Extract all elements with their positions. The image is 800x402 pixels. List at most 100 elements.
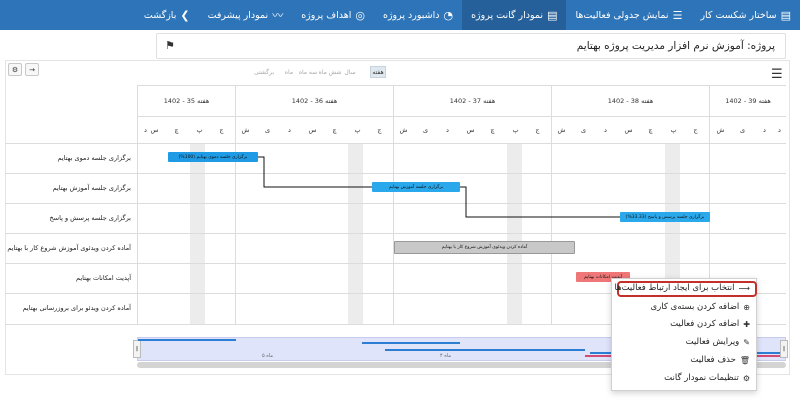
back-arrow-icon: ❯ <box>180 8 190 22</box>
weekend-column <box>348 143 363 325</box>
menu-item-label: تنظیمات نمودار گانت <box>664 373 739 383</box>
grid-line <box>235 85 236 325</box>
nav-dashboard[interactable]: ◔ داشبورد پروژه <box>374 0 462 30</box>
day-header: س <box>308 126 317 134</box>
task-bar[interactable]: آماده کردن ویدئوی آموزش شروع کار با بهتا… <box>394 241 575 254</box>
weekend-column <box>190 143 205 325</box>
week-header: هفته 37 - 1402 <box>449 96 496 105</box>
wbs-icon: ▤ <box>780 8 791 22</box>
day-header: چ <box>490 126 495 134</box>
context-menu: ⟶ انتخاب برای ایجاد ارتباط فعالیت‌ها ⊕ اضا… <box>611 278 757 391</box>
task-bar[interactable]: برگزاری جلسه آموزش بهتایم <box>372 182 460 192</box>
bell-icon[interactable]: ⚑ <box>165 39 175 52</box>
grid-line <box>551 85 552 325</box>
task-name-row[interactable]: برگزاری جلسه دموی بهتایم <box>5 143 137 173</box>
task-name-row[interactable]: آماده کردن ویدئوی آموزش شروع کار با بهتا… <box>5 233 137 263</box>
day-header: ش <box>716 126 725 134</box>
task-name: برگزاری جلسه پرسش و پاسخ <box>49 214 131 222</box>
minimap-handle-left[interactable]: ‖ <box>133 340 141 358</box>
task-name-row[interactable]: برگزاری جلسه پرسش و پاسخ <box>5 203 137 233</box>
menu-item-link-tasks[interactable]: ⟶ انتخاب برای ایجاد ارتباط فعالیت‌ها <box>615 283 750 293</box>
task-name-row[interactable]: برگزاری جلسه آموزش بهتایم <box>5 173 137 203</box>
task-name: آماده کردن ویدئوی آموزش شروع کار با بهتا… <box>7 244 131 252</box>
nav-table-view-label: نمایش جدولی فعالیت‌ها <box>575 9 669 21</box>
day-header: ج <box>693 126 698 134</box>
nav-gantt-chart-label: نمودار گانت پروژه <box>471 9 544 21</box>
gantt-icon: ▤ <box>547 8 558 22</box>
day-header: د <box>778 126 781 134</box>
day-header: پ <box>670 126 677 134</box>
menu-item-add-task[interactable]: ✚ اضافه کردن فعالیت <box>670 319 750 329</box>
pie-chart-icon: ◔ <box>443 8 454 22</box>
day-header: ی <box>422 126 429 134</box>
target-icon: ◎ <box>355 8 365 22</box>
day-header: د <box>763 126 766 134</box>
day-header: پ <box>196 126 203 134</box>
zoom-option-year[interactable]: سال <box>343 66 357 78</box>
task-bar[interactable]: برگزاری جلسه دموی بهتایم (100%) <box>168 152 258 162</box>
nav-goals[interactable]: ◎ اهداف پروژه <box>292 0 374 30</box>
settings-small-button[interactable]: ⚙ <box>8 63 22 76</box>
add-circle-icon: ⊕ <box>743 302 750 312</box>
week-header: هفته 39 - 1402 <box>725 96 771 105</box>
weekend-column <box>507 143 522 325</box>
nav-wbs-label: ساختار شکست کار <box>700 9 777 21</box>
nav-back[interactable]: ❯ بازگشت <box>135 0 199 30</box>
grid-line <box>393 85 394 325</box>
nav-wbs[interactable]: ▤ ساختار شکست کار <box>691 0 800 30</box>
day-header: ش <box>399 126 408 134</box>
nav-table-view[interactable]: ☰ نمایش جدولی فعالیت‌ها <box>566 0 691 30</box>
task-name-row[interactable]: آماده کردن ویدئو برای بروزرسانی بهتایم <box>5 293 137 323</box>
day-header: ج <box>219 126 224 134</box>
cog-icon: ⚙ <box>11 65 19 74</box>
day-header: ی <box>264 126 271 134</box>
task-name-row[interactable]: آپدیت امکانات بهتایم <box>5 263 137 293</box>
drag-handle-icon: ‖ <box>782 346 786 352</box>
day-header: س <box>466 126 475 134</box>
project-title-bar: پروژه: آموزش نرم افزار مدیریت پروژه بهتا… <box>156 33 786 59</box>
day-header: پ <box>354 126 361 134</box>
nav-progress-chart[interactable]: 〰 نمودار پیشرفت <box>199 0 293 30</box>
minimap-label: ماه ۵ <box>262 353 274 359</box>
menu-item-delete-task[interactable]: 🗑 حذف فعالیت <box>690 355 750 365</box>
table-icon: ☰ <box>672 8 683 22</box>
link-mode-button[interactable]: → <box>25 63 39 76</box>
hamburger-icon[interactable]: ☰ <box>771 68 783 81</box>
line-chart-icon: 〰 <box>272 8 284 22</box>
zoom-option-3months[interactable]: سه ماه <box>298 66 318 78</box>
nav-dashboard-label: داشبورد پروژه <box>382 9 440 21</box>
zoom-option-back[interactable]: برگشتی <box>254 66 274 78</box>
menu-item-label: ویرایش فعالیت <box>685 337 740 347</box>
zoom-option-month[interactable]: ماه <box>282 66 296 78</box>
menu-item-gantt-settings[interactable]: ⚙ تنظیمات نمودار گانت <box>664 373 750 383</box>
task-name: برگزاری جلسه آموزش بهتایم <box>52 184 131 192</box>
drag-handle-icon: ‖ <box>135 346 139 352</box>
task-name: آپدیت امکانات بهتایم <box>76 274 131 282</box>
day-header: چ <box>174 126 179 134</box>
nav-gantt-chart[interactable]: ▤ نمودار گانت پروژه <box>462 0 567 30</box>
minimap-handle-right[interactable]: ‖ <box>780 340 788 358</box>
day-header: د <box>288 126 291 134</box>
task-bar[interactable]: برگزاری جلسه پرسش و پاسخ (33.33%) <box>620 212 710 222</box>
nav-back-label: بازگشت <box>143 9 177 21</box>
nav-progress-chart-label: نمودار پیشرفت <box>207 9 269 21</box>
link-arrow-icon: ⟶ <box>738 283 750 293</box>
menu-item-add-work-package[interactable]: ⊕ اضافه کردن بسته‌ی کاری <box>651 302 750 312</box>
menu-item-label: اضافه کردن بسته‌ی کاری <box>650 302 740 312</box>
trash-icon: 🗑 <box>739 355 750 365</box>
zoom-option-6months[interactable]: شش ماه <box>319 66 342 78</box>
day-header: ی <box>739 126 746 134</box>
minimap-label: ماه ۴ <box>440 353 452 359</box>
minimap-task <box>362 342 460 344</box>
top-navigation: ▤ ساختار شکست کار ☰ نمایش جدولی فعالیت‌ها … <box>0 0 800 30</box>
zoom-option-week[interactable]: هفته <box>370 66 386 78</box>
edit-icon: ✎ <box>743 337 750 347</box>
week-header: هفته 38 - 1402 <box>607 96 654 105</box>
menu-item-label: انتخاب برای ایجاد ارتباط فعالیت‌ها <box>614 283 735 293</box>
day-header: د <box>446 126 449 134</box>
week-header: هفته 35 - 1402 <box>163 96 210 105</box>
day-header: ج <box>377 126 382 134</box>
menu-item-label: اضافه کردن فعالیت <box>670 319 740 329</box>
menu-item-edit-task[interactable]: ✎ ویرایش فعالیت <box>686 337 750 347</box>
day-header: چ <box>332 126 337 134</box>
